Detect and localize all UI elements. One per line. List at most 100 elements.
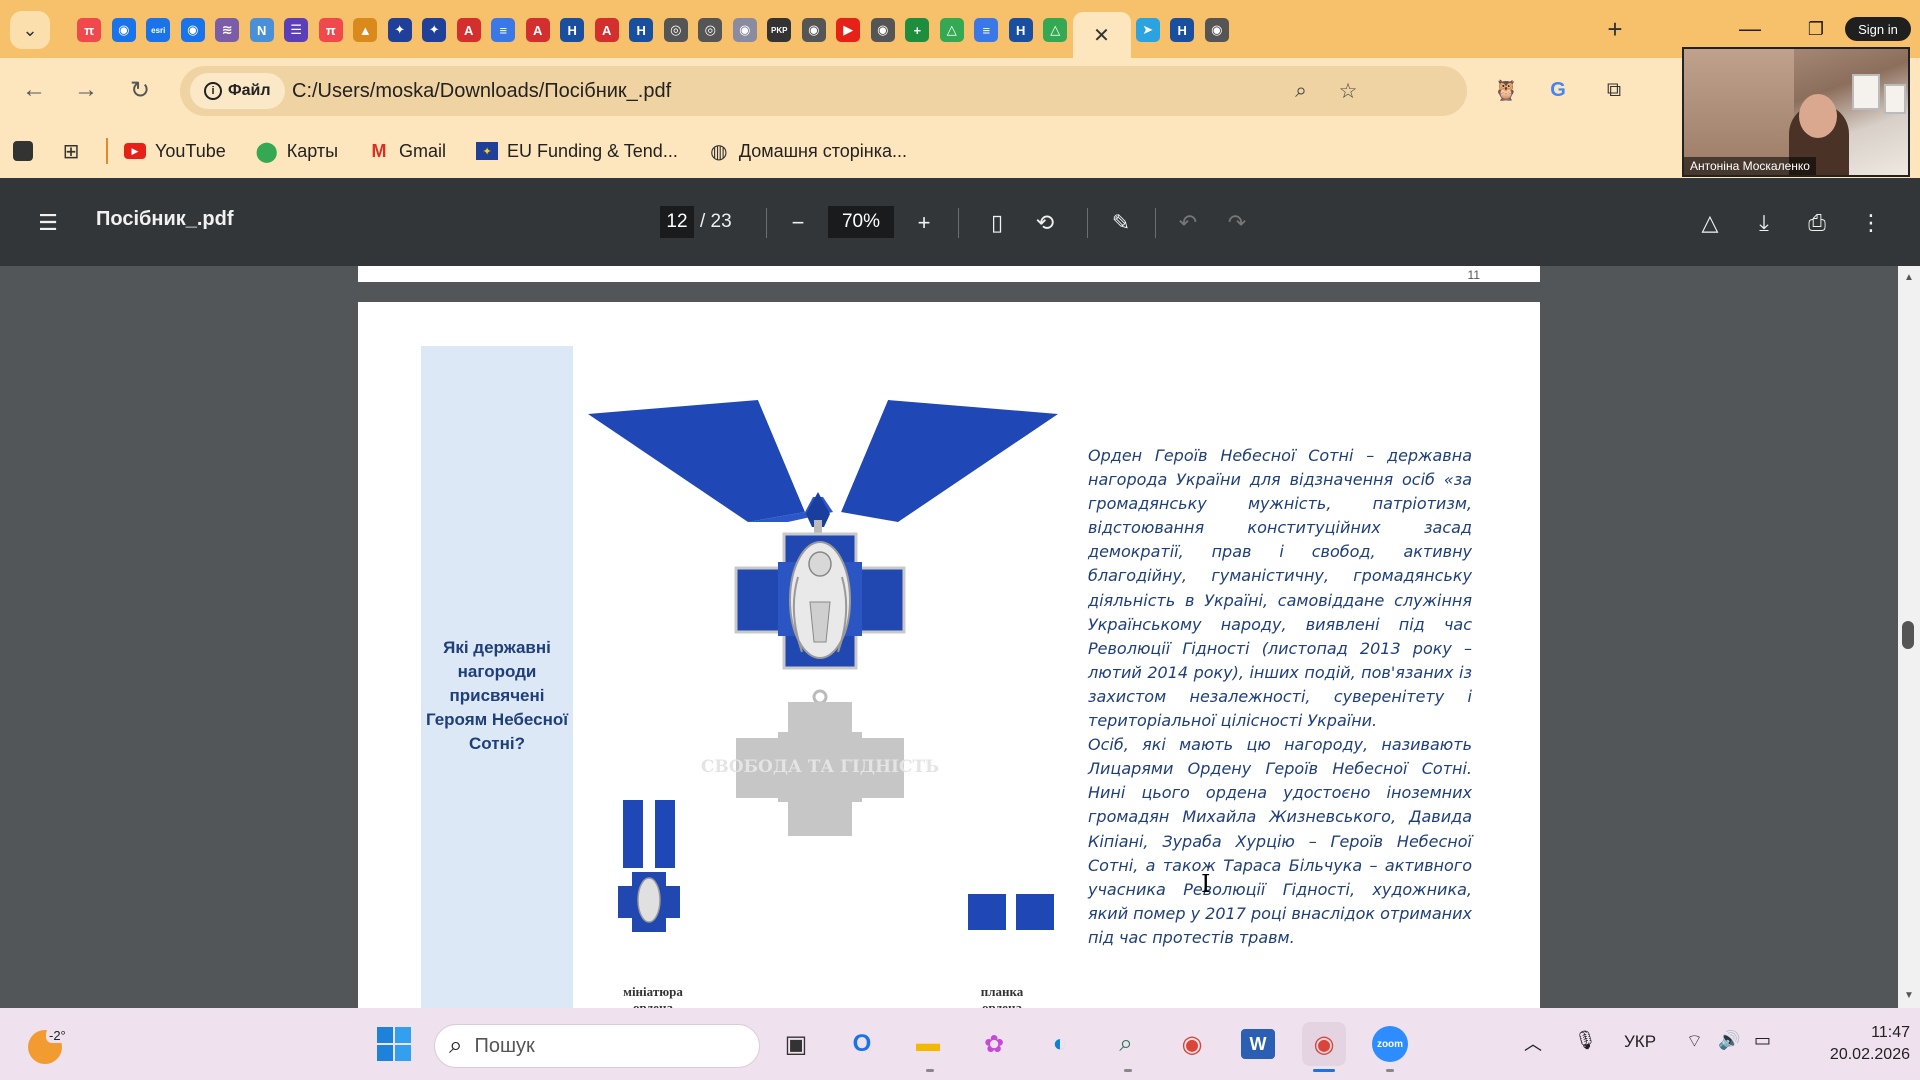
browser-tab[interactable]: ➤ xyxy=(1131,12,1166,48)
zoom-icon[interactable]: ⌕ xyxy=(1288,78,1314,104)
start-button[interactable] xyxy=(372,1022,416,1066)
edge-button[interactable]: ◐ xyxy=(1038,1022,1082,1066)
browser-tab[interactable]: H xyxy=(1004,12,1039,48)
scroll-up-icon[interactable]: ▲ xyxy=(1902,272,1916,283)
more-options-button[interactable]: ⋮ xyxy=(1856,208,1886,238)
active-tab[interactable]: ✕ xyxy=(1072,12,1131,58)
browser-tab[interactable]: ◉ xyxy=(107,12,142,48)
menu-icon[interactable]: ☰ xyxy=(33,208,63,238)
url-text[interactable]: C:/Users/moska/Downloads/Посібник_.pdf xyxy=(292,66,671,116)
annotate-button[interactable]: ✎ xyxy=(1106,208,1136,238)
browser-tab[interactable]: H xyxy=(555,12,590,48)
undo-button[interactable]: ↶ xyxy=(1173,208,1203,238)
drive-save-button[interactable]: △ xyxy=(1695,208,1725,238)
tray-overflow-icon[interactable]: ︿ xyxy=(1524,1030,1542,1056)
browser-tab[interactable]: N xyxy=(245,12,280,48)
browser-tab[interactable]: PKP xyxy=(762,12,797,48)
zoom-in-button[interactable]: + xyxy=(909,208,939,238)
chrome-button[interactable]: ◉ xyxy=(1170,1022,1214,1066)
video-call-overlay[interactable]: Антоніна Москаленко xyxy=(1682,47,1910,177)
task-view-icon: ▣ xyxy=(784,1030,808,1058)
redo-button[interactable]: ↷ xyxy=(1222,208,1252,238)
reload-button[interactable]: ↻ xyxy=(122,72,158,108)
browser-tab[interactable]: ◉ xyxy=(1200,12,1235,48)
browser-tab[interactable]: H xyxy=(1165,12,1200,48)
bookmark-home-page[interactable]: ◍ Домашня сторінка... xyxy=(708,140,907,163)
page-number-input[interactable]: 12 xyxy=(660,206,694,238)
volume-icon[interactable]: 🔊 xyxy=(1718,1030,1740,1051)
word-button[interactable]: W xyxy=(1236,1022,1280,1066)
outlook-button[interactable]: O xyxy=(840,1022,884,1066)
translate-extension-icon[interactable]: G xyxy=(1542,74,1574,106)
copilot-button[interactable]: ✿ xyxy=(972,1022,1016,1066)
fit-page-button[interactable]: ▯ xyxy=(982,208,1012,238)
print-button[interactable]: ⎙ xyxy=(1802,208,1832,238)
browser-tab[interactable]: H xyxy=(624,12,659,48)
file-explorer-button[interactable]: ▬ xyxy=(906,1022,950,1066)
browser-tab[interactable]: ◉ xyxy=(728,12,763,48)
vertical-scrollbar[interactable]: ▲ ▼ xyxy=(1898,266,1920,1008)
back-button[interactable]: ← xyxy=(16,72,52,108)
browser-tab[interactable]: ◉ xyxy=(797,12,832,48)
browser-tab[interactable]: esri xyxy=(141,12,176,48)
site-info-chip[interactable]: i Файл xyxy=(190,73,285,109)
bookmark-youtube[interactable]: ▶ YouTube xyxy=(124,140,226,162)
browser-tab[interactable]: ▲ xyxy=(348,12,383,48)
minimize-button[interactable]: — xyxy=(1730,12,1770,46)
shield-icon: H xyxy=(1170,18,1195,42)
pdf-viewport[interactable]: 11 Які державні нагороди присвячені Геро… xyxy=(0,266,1920,1008)
bookmark-maps[interactable]: ⬤ Карты xyxy=(256,140,338,163)
browser-tab[interactable]: + xyxy=(900,12,935,48)
extensions-puzzle-icon[interactable]: ⧉ xyxy=(1598,74,1630,106)
browser-tab[interactable]: A xyxy=(521,12,556,48)
tab-search-button[interactable]: ⌄ xyxy=(10,11,50,49)
browser-tab[interactable]: ✦ xyxy=(383,12,418,48)
close-icon[interactable]: ✕ xyxy=(1093,23,1110,48)
scroll-down-icon[interactable]: ▼ xyxy=(1902,990,1916,1001)
browser-tab[interactable]: ≡ xyxy=(969,12,1004,48)
browser-tab[interactable]: ≋ xyxy=(210,12,245,48)
browser-tab[interactable]: ◎ xyxy=(693,12,728,48)
zoom-app-button[interactable]: zoom xyxy=(1368,1022,1412,1066)
browser-tab[interactable]: △ xyxy=(1038,12,1073,48)
taskbar-search[interactable]: ⌕ Пошук xyxy=(434,1024,760,1068)
browser-tab[interactable]: A xyxy=(590,12,625,48)
browser-tab[interactable]: ☰ xyxy=(279,12,314,48)
browser-tab[interactable]: △ xyxy=(935,12,970,48)
weather-widget[interactable]: -2° xyxy=(28,1022,69,1064)
rotate-button[interactable]: ⟲ xyxy=(1030,208,1060,238)
scroll-thumb[interactable] xyxy=(1902,621,1914,649)
bookmark-star-icon[interactable]: ☆ xyxy=(1335,78,1361,104)
browser-tab[interactable]: ◉ xyxy=(176,12,211,48)
restore-button[interactable]: ❐ xyxy=(1796,12,1836,46)
zoom-out-button[interactable]: − xyxy=(783,208,813,238)
browser-tab[interactable]: ✦ xyxy=(417,12,452,48)
new-tab-button[interactable]: + xyxy=(1598,12,1632,46)
sign-in-button[interactable]: Sign in xyxy=(1845,17,1911,41)
task-view-button[interactable]: ▣ xyxy=(774,1022,818,1066)
forward-button[interactable]: → xyxy=(68,72,104,108)
bookmark-eu-funding[interactable]: ✦ EU Funding & Tend... xyxy=(476,140,678,162)
bookmark-gmail[interactable]: M Gmail xyxy=(368,140,447,162)
chrome-profile-button[interactable]: ◉ xyxy=(1302,1022,1346,1066)
battery-icon[interactable]: ▭ xyxy=(1754,1030,1771,1051)
browser-tab[interactable]: ◉ xyxy=(866,12,901,48)
zoom-input[interactable]: 70% xyxy=(828,206,894,238)
browser-tab[interactable]: ▶ xyxy=(831,12,866,48)
bookmark-square[interactable] xyxy=(12,140,34,162)
wifi-icon[interactable]: ⌔ xyxy=(1686,1030,1703,1053)
address-bar[interactable]: i Файл C:/Users/moska/Downloads/Посібник… xyxy=(180,66,1467,116)
microphone-icon[interactable]: 🎙 xyxy=(1574,1030,1597,1051)
system-clock[interactable]: 11:47 20.02.2026 xyxy=(1800,1022,1910,1066)
browser-tab[interactable]: π xyxy=(72,12,107,48)
browser-tab[interactable]: ≡ xyxy=(486,12,521,48)
browser-tab[interactable]: ◎ xyxy=(659,12,694,48)
browser-tab[interactable]: π xyxy=(314,12,349,48)
download-button[interactable]: ⤓ xyxy=(1749,208,1779,238)
owl-extension-icon[interactable]: 🦉 xyxy=(1490,74,1522,106)
magnifier-button[interactable]: ⌕ xyxy=(1104,1022,1148,1066)
browser-tab[interactable]: A xyxy=(452,12,487,48)
bookmark-apps[interactable]: ⊞ xyxy=(60,140,82,163)
body-text[interactable]: Орден Героїв Небесної Сотні – державна н… xyxy=(1088,444,1472,950)
language-indicator[interactable]: УКР xyxy=(1624,1032,1656,1052)
